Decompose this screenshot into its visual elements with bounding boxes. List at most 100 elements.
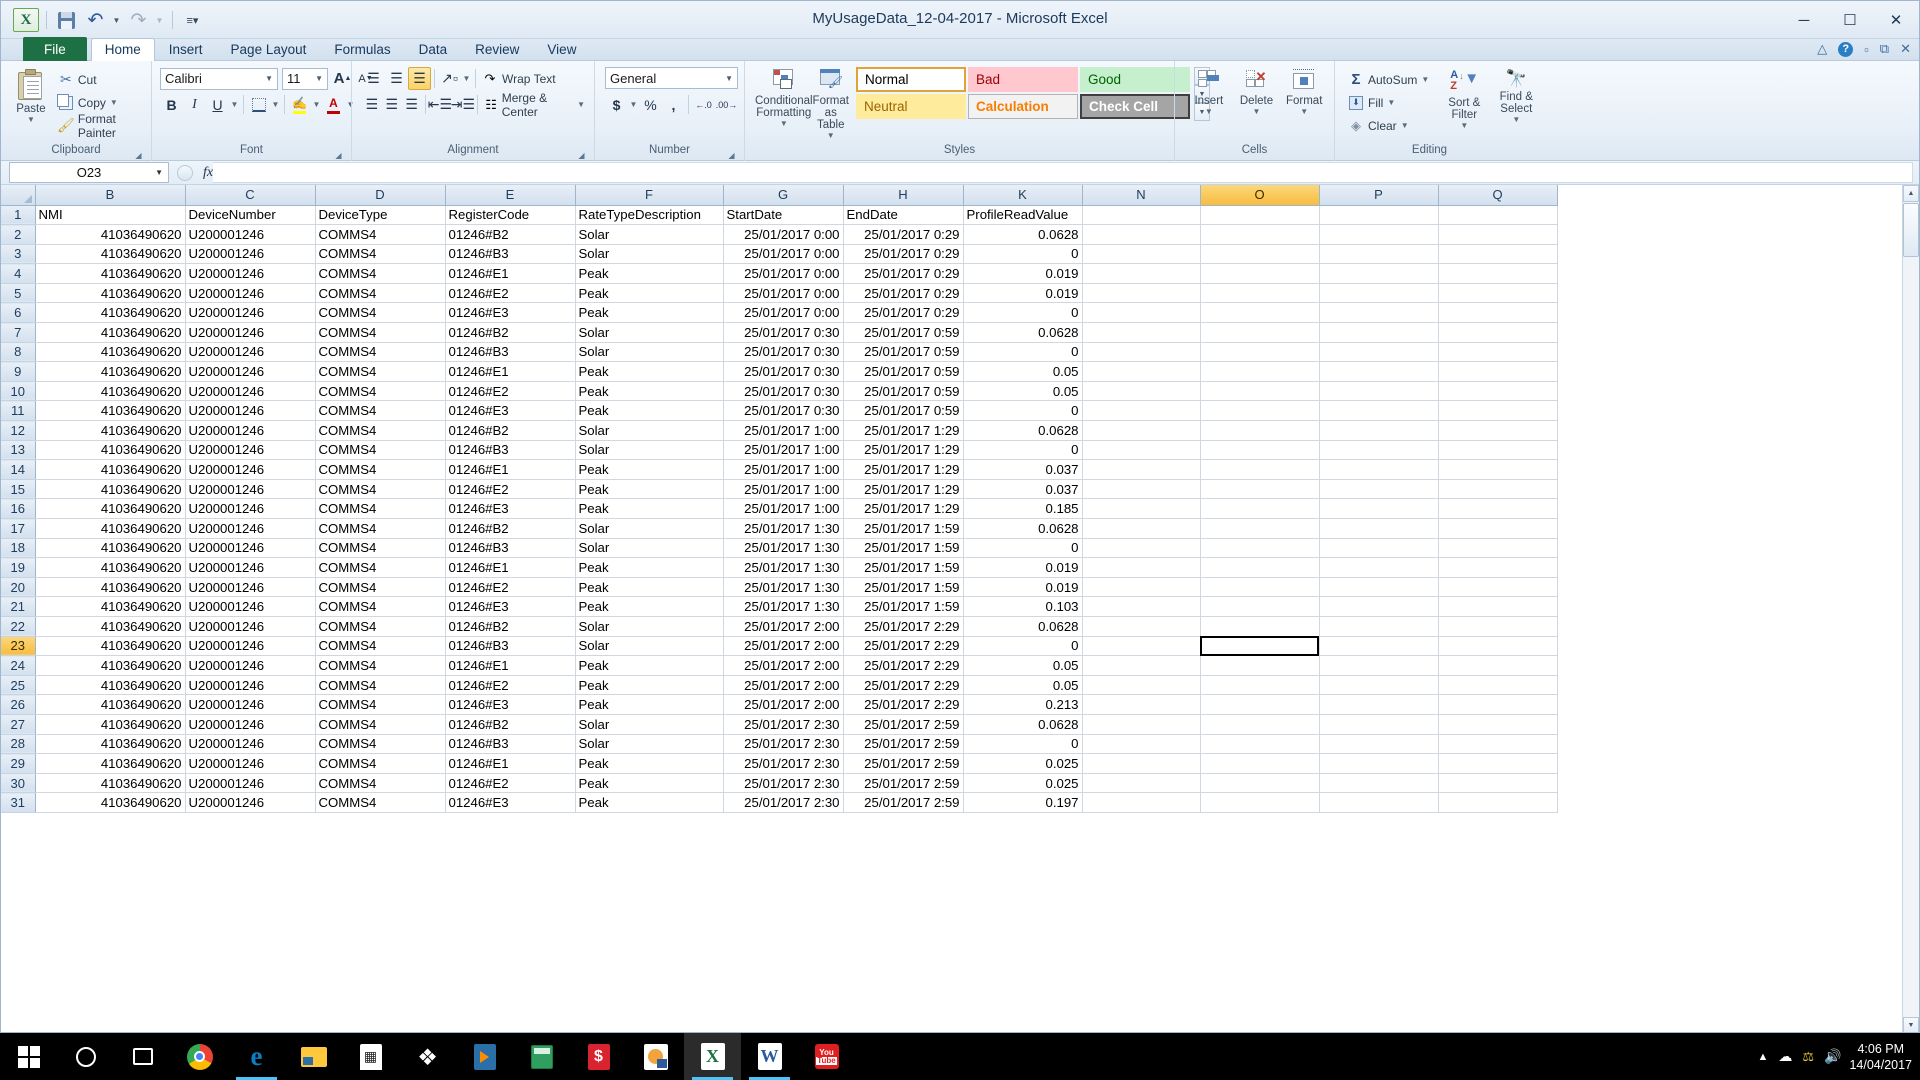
cell-G24[interactable]: 25/01/2017 2:00	[723, 656, 843, 676]
cell-E14[interactable]: 01246#E1	[445, 460, 575, 480]
tab-review[interactable]: Review	[461, 38, 533, 61]
cell-B16[interactable]: 41036490620	[35, 499, 185, 519]
cell-N15[interactable]	[1082, 479, 1200, 499]
cell-D28[interactable]: COMMS4	[315, 734, 445, 754]
cell-P20[interactable]	[1319, 577, 1438, 597]
cell-D15[interactable]: COMMS4	[315, 479, 445, 499]
borders-dropdown-icon[interactable]: ▼	[270, 93, 281, 116]
taskbar-media-player[interactable]	[456, 1033, 513, 1080]
cell-F21[interactable]: Peak	[575, 597, 723, 617]
cell-F31[interactable]: Peak	[575, 793, 723, 813]
cell-H5[interactable]: 25/01/2017 0:29	[843, 283, 963, 303]
cell-G26[interactable]: 25/01/2017 2:00	[723, 695, 843, 715]
tab-data[interactable]: Data	[405, 38, 462, 61]
cell-E4[interactable]: 01246#E1	[445, 264, 575, 284]
cell-K3[interactable]: 0	[963, 244, 1082, 264]
align-left-button[interactable]: ☰	[362, 93, 382, 116]
cell-P17[interactable]	[1319, 519, 1438, 539]
currency-button[interactable]: $	[605, 93, 628, 116]
cell-D26[interactable]: COMMS4	[315, 695, 445, 715]
cell-F15[interactable]: Peak	[575, 479, 723, 499]
cell-K26[interactable]: 0.213	[963, 695, 1082, 715]
cell-K5[interactable]: 0.019	[963, 283, 1082, 303]
cell-O14[interactable]	[1200, 460, 1319, 480]
cell-F13[interactable]: Solar	[575, 440, 723, 460]
chevron-down-icon[interactable]: ▼	[1205, 107, 1213, 116]
cell-D5[interactable]: COMMS4	[315, 283, 445, 303]
cell-F9[interactable]: Peak	[575, 362, 723, 382]
cell-style-bad[interactable]: Bad	[968, 67, 1078, 92]
cell-D20[interactable]: COMMS4	[315, 577, 445, 597]
cell-D29[interactable]: COMMS4	[315, 754, 445, 774]
cell-H30[interactable]: 25/01/2017 2:59	[843, 773, 963, 793]
row-header-3[interactable]: 3	[1, 244, 35, 264]
cell-F11[interactable]: Peak	[575, 401, 723, 421]
cell-C31[interactable]: U200001246	[185, 793, 315, 813]
cell-C27[interactable]: U200001246	[185, 714, 315, 734]
format-as-table-button[interactable]: 🖌 Format as Table ▼	[813, 67, 849, 140]
cell-H23[interactable]: 25/01/2017 2:29	[843, 636, 963, 656]
column-header-d[interactable]: D	[315, 185, 445, 205]
onedrive-icon[interactable]: ☁	[1778, 1048, 1792, 1065]
taskbar-edge[interactable]: e	[228, 1033, 285, 1080]
cell-Q24[interactable]	[1438, 656, 1557, 676]
cell-K18[interactable]: 0	[963, 538, 1082, 558]
cell-O20[interactable]	[1200, 577, 1319, 597]
cell-P8[interactable]	[1319, 342, 1438, 362]
cell-O15[interactable]	[1200, 479, 1319, 499]
cell-Q9[interactable]	[1438, 362, 1557, 382]
cell-K16[interactable]: 0.185	[963, 499, 1082, 519]
chevron-down-icon[interactable]: ▼	[1421, 75, 1429, 84]
cell-B7[interactable]: 41036490620	[35, 323, 185, 343]
merge-center-button[interactable]: ☷ Merge & Center ▼	[481, 94, 588, 115]
cell-H20[interactable]: 25/01/2017 1:59	[843, 577, 963, 597]
cell-C29[interactable]: U200001246	[185, 754, 315, 774]
cell-Q30[interactable]	[1438, 773, 1557, 793]
find-select-button[interactable]: 🔭 Find & Select ▼	[1490, 67, 1542, 130]
cell-K4[interactable]: 0.019	[963, 264, 1082, 284]
font-size-combo[interactable]: 11 ▼	[282, 68, 328, 90]
decrease-decimal-button[interactable]: .00→	[715, 93, 738, 116]
decrease-indent-button[interactable]: ⇤☰	[428, 93, 451, 116]
row-header-23[interactable]: 23	[1, 636, 35, 656]
row-header-22[interactable]: 22	[1, 616, 35, 636]
conditional-formatting-button[interactable]: Conditional Formatting ▼	[755, 67, 813, 128]
font-family-combo[interactable]: Calibri ▼	[160, 68, 278, 90]
cell-C30[interactable]: U200001246	[185, 773, 315, 793]
cell-K13[interactable]: 0	[963, 440, 1082, 460]
bold-button[interactable]: B	[160, 93, 183, 116]
minimize-ribbon-icon[interactable]: △	[1817, 41, 1827, 57]
chevron-down-icon[interactable]: ▼	[1300, 107, 1308, 116]
underline-button[interactable]: U	[206, 93, 229, 116]
cell-G6[interactable]: 25/01/2017 0:00	[723, 303, 843, 323]
cell-C26[interactable]: U200001246	[185, 695, 315, 715]
chevron-down-icon[interactable]: ▼	[110, 98, 118, 107]
cell-N18[interactable]	[1082, 538, 1200, 558]
cell-E20[interactable]: 01246#E2	[445, 577, 575, 597]
align-middle-button[interactable]: ☰	[385, 67, 408, 90]
chevron-down-icon[interactable]: ▼	[27, 115, 35, 124]
taskbar-outlook[interactable]	[627, 1033, 684, 1080]
cell-P5[interactable]	[1319, 283, 1438, 303]
currency-dropdown-icon[interactable]: ▼	[628, 93, 639, 116]
chevron-down-icon[interactable]: ▼	[827, 131, 835, 140]
cell-P7[interactable]	[1319, 323, 1438, 343]
worksheet-grid[interactable]: BCDEFGHKNOPQ 1NMIDeviceNumberDeviceTypeR…	[1, 185, 1919, 1033]
cell-E10[interactable]: 01246#E2	[445, 381, 575, 401]
cell-Q18[interactable]	[1438, 538, 1557, 558]
cell-F22[interactable]: Solar	[575, 616, 723, 636]
cell-Q31[interactable]	[1438, 793, 1557, 813]
cell-H13[interactable]: 25/01/2017 1:29	[843, 440, 963, 460]
cell-D9[interactable]: COMMS4	[315, 362, 445, 382]
restore-down-icon[interactable]: ⧉	[1880, 41, 1889, 57]
cell-Q25[interactable]	[1438, 675, 1557, 695]
cell-D19[interactable]: COMMS4	[315, 558, 445, 578]
cell-F14[interactable]: Peak	[575, 460, 723, 480]
cell-N8[interactable]	[1082, 342, 1200, 362]
chevron-down-icon[interactable]: ▼	[1460, 121, 1468, 130]
taskbar-calculator[interactable]	[513, 1033, 570, 1080]
cell-N2[interactable]	[1082, 225, 1200, 245]
align-bottom-button[interactable]: ☰	[408, 67, 431, 90]
cell-B31[interactable]: 41036490620	[35, 793, 185, 813]
cell-style-calculation[interactable]: Calculation	[968, 94, 1078, 119]
